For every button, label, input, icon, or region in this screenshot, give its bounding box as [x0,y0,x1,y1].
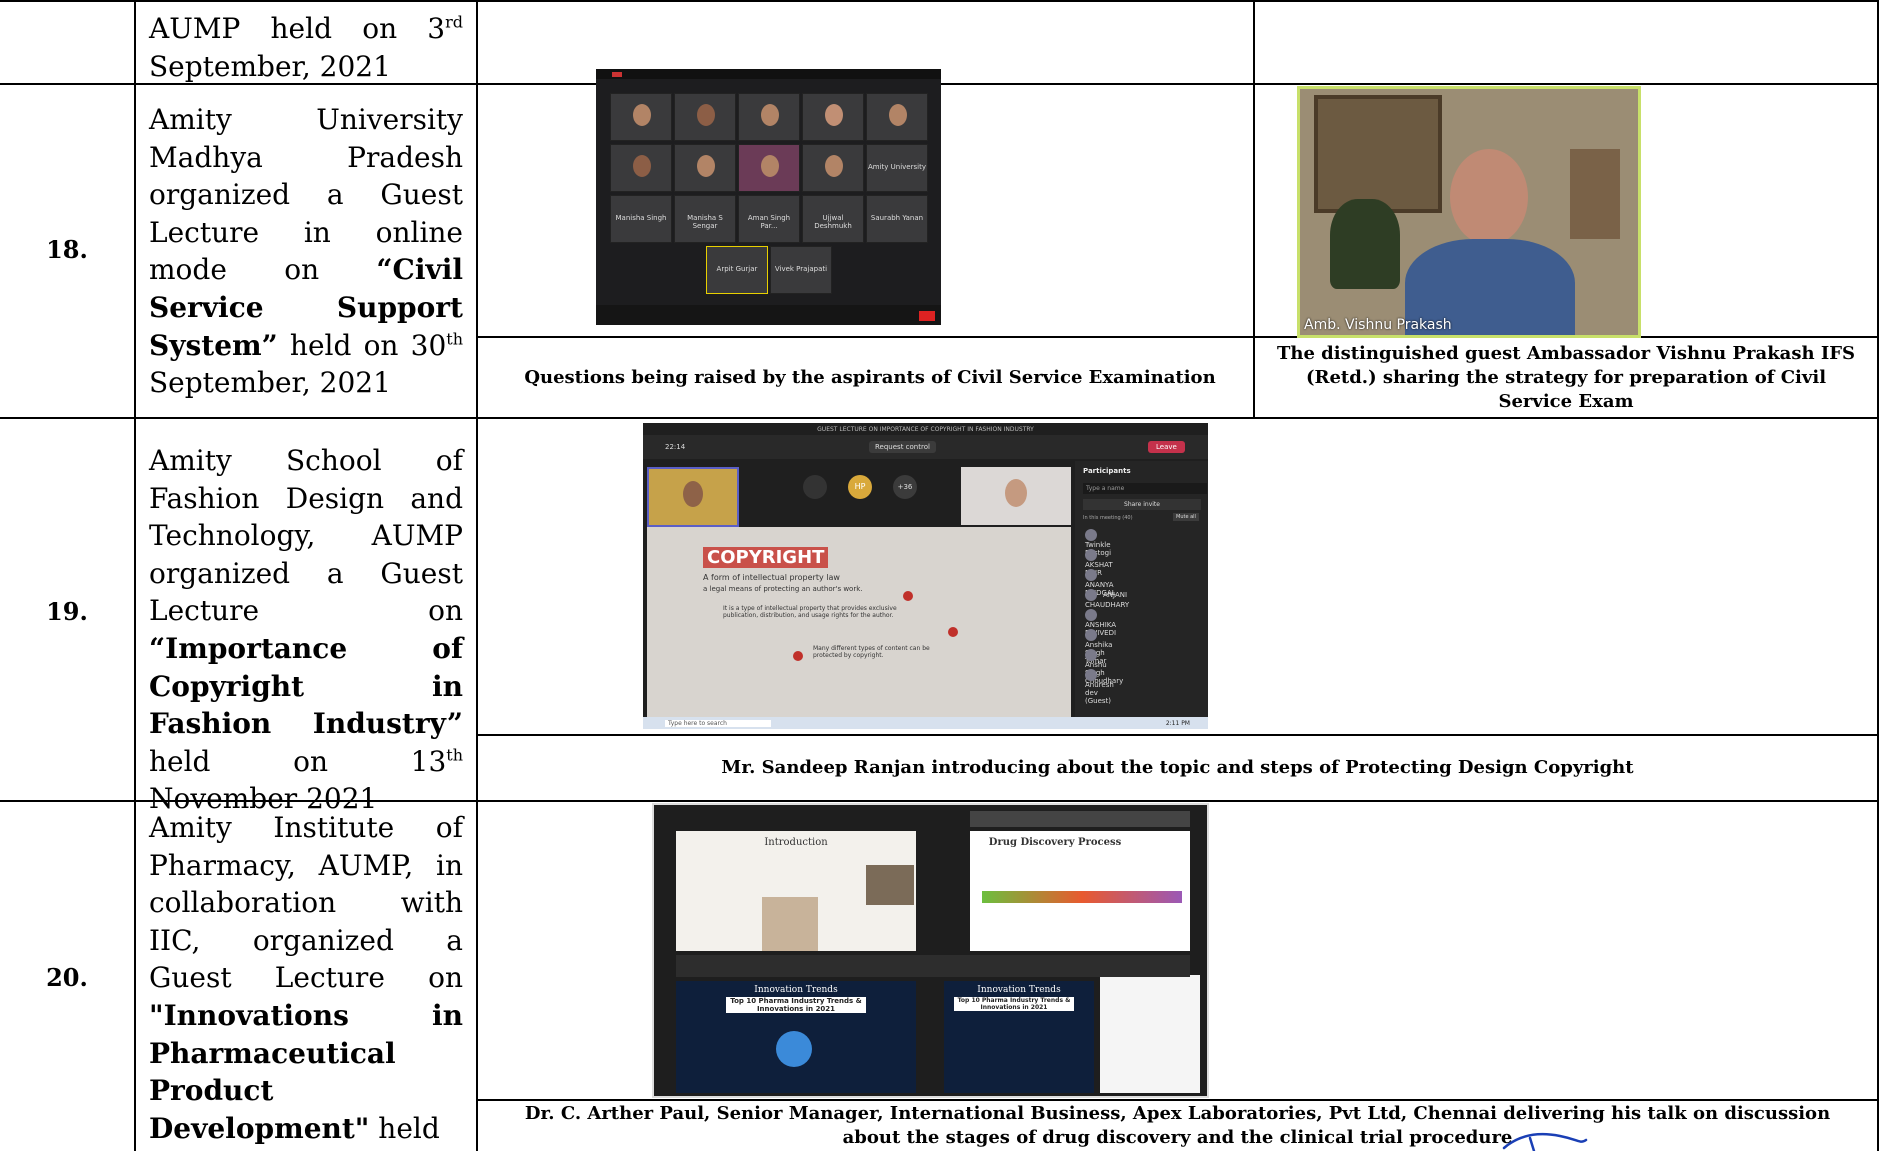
slide-subtitle: Top 10 Pharma Industry Trends & Innovati… [726,997,866,1013]
request-control-button[interactable]: Request control [869,441,936,453]
leave-button[interactable]: Leave [1148,441,1185,453]
row-divider [478,1099,1879,1101]
col-divider [134,0,136,1151]
zoom-tile-name: Amity University [868,163,926,172]
slide-text: Many different types of content can be p… [813,645,930,659]
description-text: AUMP held on 3 [149,12,446,45]
zoom-tile-name: Vivek Prajapati [774,265,828,274]
col-divider [476,0,478,1151]
zoom-tile-name: Manisha S Sengar [687,214,723,231]
zoom-tile-name: Arpit Gurjar [716,265,758,274]
zoom-meeting-screenshot: Amity University Manisha Singh Manisha S… [596,69,941,325]
zoom-tile-name: Aman Singh Par... [747,214,791,231]
webinar-collage: Introduction Drug Discovery Process Inno… [652,803,1209,1098]
description-text: held on 30 [277,328,447,362]
slide-subtitle: A form of intellectual property law [703,573,840,582]
window-title: GUEST LECTURE ON IMPORTANCE OF COPYRIGHT… [817,426,1034,433]
description-text: Amity Institute of Pharmacy, AUMP, in co… [149,811,463,995]
participants-title: Participants [1083,467,1131,475]
ordinal-suffix: th [446,329,463,349]
photo-caption: The distinguished guest Ambassador Vishn… [1276,343,1856,412]
row-divider [478,734,1879,736]
row-description: Amity School of Fashion Design and Techn… [149,442,463,818]
slide-title: Introduction [764,837,828,848]
row-divider [0,417,1879,419]
slide-title: Drug Discovery Process [988,837,1122,848]
event-title: “Importance of Copyright in Fashion Indu… [149,631,463,741]
guest-name-label: Amb. Vishnu Prakash [1304,317,1452,333]
photo-caption: Questions being raised by the aspirants … [524,367,1216,388]
zoom-tile-name: Saurabh Yanan [870,214,924,223]
description-text: held [369,1111,440,1145]
row-number: 19. [46,597,88,626]
row-divider [478,336,1879,338]
row-description: AUMP held on 3rd September, 2021 [149,10,463,85]
taskbar-search[interactable]: Type here to search [665,720,771,727]
description-text: September, 2021 [149,366,391,400]
description-text: held on 13 [149,744,447,778]
row-number: 20. [46,963,88,992]
ordinal-suffix: rd [445,12,463,32]
photo-caption: Dr. C. Arther Paul, Senior Manager, Inte… [524,1103,1831,1148]
photo-caption: Mr. Sandeep Ranjan introducing about the… [721,757,1634,778]
mute-all-button[interactable]: Mute all [1173,513,1199,521]
participant-name: Anuresh dev (Guest) [1085,681,1114,705]
col-divider [1253,0,1255,417]
slide-text: a legal means of protecting an author's … [703,585,863,593]
slide-title: Innovation Trends [754,985,838,995]
description-text: Amity School of Fashion Design and Techn… [149,444,463,628]
slide-text: It is a type of intellectual property th… [723,605,897,619]
row-description: Amity University Madhya Pradesh organize… [149,101,463,402]
row-number: 18. [46,235,88,264]
slide-title: Innovation Trends [977,985,1061,995]
signature [1502,1132,1588,1151]
meeting-timer: 22:14 [665,443,686,451]
row-description: Amity Institute of Pharmacy, AUMP, in co… [149,809,463,1147]
zoom-tile-name: Manisha Singh [615,214,667,223]
guest-photo: Amb. Vishnu Prakash [1297,86,1641,338]
more-participants-badge: +36 [893,475,917,499]
participant-search-input[interactable]: Type a name [1083,483,1207,494]
description-text: September, 2021 [149,49,391,83]
zoom-tile-name: Ujjwal Deshmukh [814,214,852,231]
ordinal-suffix: th [446,745,463,765]
avatar-initials: HP [848,475,872,499]
share-invite-button[interactable]: Share invite [1083,499,1201,510]
table-border-top [0,0,1879,2]
teams-meeting-screenshot: GUEST LECTURE ON IMPORTANCE OF COPYRIGHT… [643,423,1208,729]
in-meeting-count: In this meeting (40) [1083,515,1133,521]
taskbar-clock: 2:11 PM [1165,720,1190,727]
slide-heading: COPYRIGHT [703,547,829,568]
slide-subtitle: Top 10 Pharma Industry Trends & Innovati… [954,997,1074,1011]
